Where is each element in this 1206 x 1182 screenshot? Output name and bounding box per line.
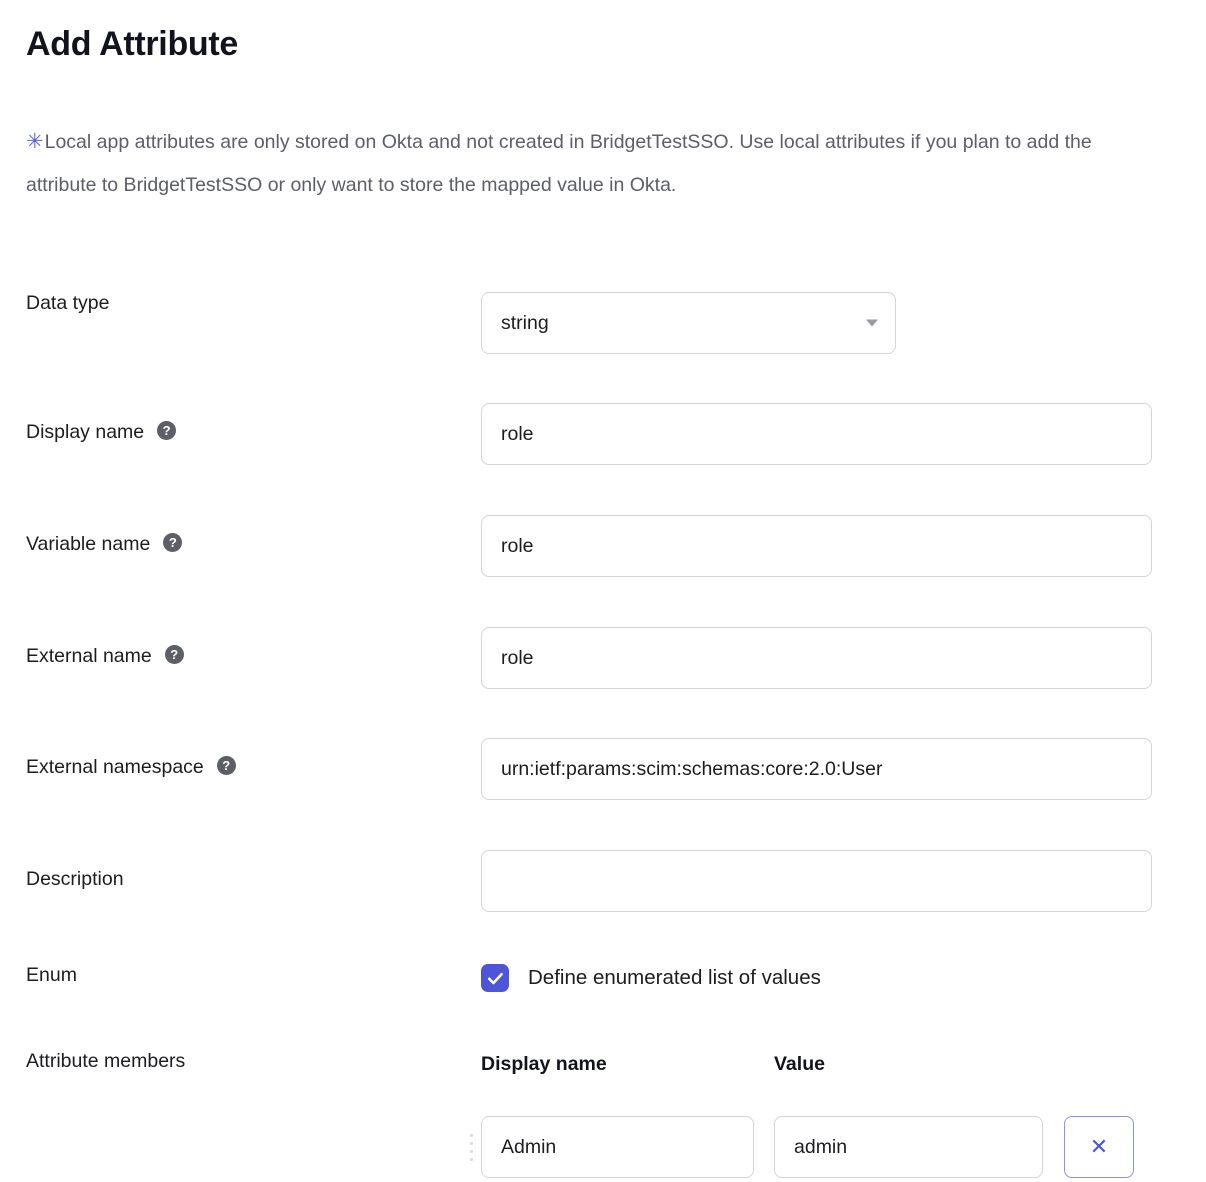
label-display-name: Display name ?: [0, 403, 481, 444]
label-external-namespace: External namespace ?: [0, 738, 481, 779]
help-circle-icon[interactable]: ?: [163, 533, 182, 552]
label-data-type: Data type: [0, 292, 481, 315]
enum-checkbox-row: Define enumerated list of values: [481, 964, 1206, 992]
label-external-name: External name ?: [0, 627, 481, 668]
label-attribute-members: Attribute members: [0, 1050, 481, 1073]
drag-dot: [470, 1142, 473, 1145]
data-type-select-wrap: string: [481, 292, 896, 354]
local-attributes-note: ✳Local app attributes are only stored on…: [26, 120, 1156, 207]
row-external-name: External name ?: [0, 627, 1206, 689]
member-value-input[interactable]: [774, 1116, 1043, 1178]
add-attribute-page: Add Attribute ✳Local app attributes are …: [0, 0, 1206, 1182]
field-display-name: [481, 403, 1206, 465]
label-description: Description: [0, 850, 481, 891]
attribute-member-row: ✕: [481, 1116, 1206, 1178]
label-attribute-members-text: Attribute members: [26, 1050, 185, 1073]
close-icon: ✕: [1090, 1136, 1108, 1158]
drag-dot: [470, 1134, 473, 1137]
page-title: Add Attribute: [26, 22, 238, 66]
label-external-name-text: External name: [26, 645, 152, 668]
label-variable-name-text: Variable name: [26, 533, 150, 556]
label-external-namespace-text: External namespace: [26, 756, 204, 779]
field-external-namespace: [481, 738, 1206, 800]
label-enum: Enum: [0, 964, 481, 987]
enum-checkbox[interactable]: [481, 964, 509, 992]
external-namespace-input[interactable]: [481, 738, 1152, 800]
field-variable-name: [481, 515, 1206, 577]
row-attribute-members: Attribute members Display name Value: [0, 1050, 1206, 1178]
field-external-name: [481, 627, 1206, 689]
drag-dot: [470, 1150, 473, 1153]
field-description: [481, 850, 1206, 912]
description-input[interactable]: [481, 850, 1152, 912]
label-data-type-text: Data type: [26, 292, 109, 315]
data-type-select[interactable]: string: [481, 292, 896, 354]
label-description-text: Description: [26, 868, 124, 891]
note-text: Local app attributes are only stored on …: [26, 131, 1092, 196]
member-display-name-input[interactable]: [481, 1116, 754, 1178]
field-data-type: string: [481, 292, 1206, 354]
checkmark-icon: [486, 969, 505, 988]
row-variable-name: Variable name ?: [0, 515, 1206, 577]
help-circle-icon[interactable]: ?: [217, 756, 236, 775]
field-enum: Define enumerated list of values: [481, 964, 1206, 992]
column-header-value: Value: [774, 1053, 825, 1076]
row-data-type: Data type string: [0, 292, 1206, 354]
drag-handle-icon[interactable]: [464, 1127, 478, 1167]
label-enum-text: Enum: [26, 964, 77, 987]
row-display-name: Display name ?: [0, 403, 1206, 465]
attribute-members-header: Display name Value: [481, 1050, 1206, 1078]
display-name-input[interactable]: [481, 403, 1152, 465]
help-circle-icon[interactable]: ?: [157, 421, 176, 440]
enum-checkbox-label: Define enumerated list of values: [528, 966, 821, 990]
drag-dot: [470, 1158, 473, 1161]
row-external-namespace: External namespace ?: [0, 738, 1206, 800]
row-enum: Enum Define enumerated list of values: [0, 964, 1206, 992]
chevron-down-icon: [866, 320, 878, 327]
help-circle-icon[interactable]: ?: [165, 645, 184, 664]
label-display-name-text: Display name: [26, 421, 144, 444]
asterisk-icon: ✳: [26, 130, 44, 153]
row-description: Description: [0, 850, 1206, 912]
variable-name-input[interactable]: [481, 515, 1152, 577]
column-header-display-name: Display name: [481, 1053, 774, 1076]
field-attribute-members: Display name Value ✕: [481, 1050, 1206, 1178]
remove-member-button[interactable]: ✕: [1064, 1116, 1134, 1178]
external-name-input[interactable]: [481, 627, 1152, 689]
data-type-selected-value: string: [501, 312, 549, 335]
label-variable-name: Variable name ?: [0, 515, 481, 556]
